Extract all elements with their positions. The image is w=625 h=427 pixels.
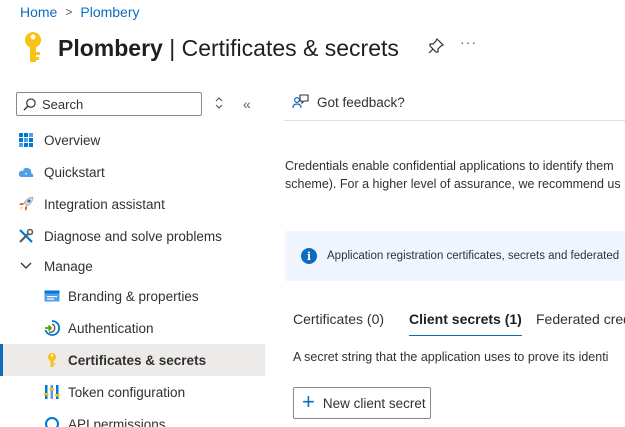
- sidebar-item-label: Certificates & secrets: [68, 352, 207, 368]
- resource-name: Plombery: [58, 34, 163, 61]
- info-text: Application registration certificates, s…: [327, 250, 620, 262]
- sidebar-item-integration-assistant[interactable]: Integration assistant: [0, 188, 265, 220]
- description-line: Credentials enable confidential applicat…: [285, 159, 614, 173]
- key-icon: [25, 32, 41, 62]
- sidebar-item-label: Token configuration: [68, 384, 186, 400]
- info-icon: i: [301, 248, 317, 264]
- chevron-down-icon: [20, 262, 32, 269]
- quickstart-cloud-icon: [18, 167, 34, 177]
- sidebar-item-token-configuration[interactable]: Token configuration: [0, 376, 265, 408]
- search-box[interactable]: [16, 92, 202, 116]
- sidebar-item-label: Diagnose and solve problems: [44, 228, 222, 244]
- more-options-icon[interactable]: ···: [460, 34, 477, 50]
- blade-title: Certificates & secrets: [181, 34, 399, 61]
- sidebar-item-label: Integration assistant: [44, 196, 165, 212]
- sidebar-item-label: Authentication: [68, 320, 154, 336]
- sidebar-item-overview[interactable]: Overview: [0, 124, 265, 156]
- key-icon: [48, 353, 56, 367]
- sidebar-nav: Overview Quickstart Integration assistan…: [0, 124, 265, 427]
- wrench-icon: [19, 228, 34, 243]
- breadcrumb-separator: >: [65, 5, 73, 19]
- sidebar-item-label: Quickstart: [44, 164, 105, 180]
- credentials-description: Credentials enable confidential applicat…: [285, 157, 625, 193]
- sidebar-item-label: Manage: [44, 258, 93, 274]
- sidebar-item-branding[interactable]: Branding & properties: [0, 280, 265, 312]
- rocket-icon: [19, 196, 34, 211]
- info-banner: i Application registration certificates,…: [285, 231, 625, 281]
- page-title: Plombery | Certificates & secrets: [58, 35, 399, 62]
- collapse-sidebar-icon[interactable]: «: [243, 96, 251, 112]
- title-separator: |: [162, 34, 182, 61]
- token-icon: [44, 385, 60, 399]
- sidebar-item-label: Overview: [44, 132, 101, 148]
- expand-collapse-icon[interactable]: [213, 96, 225, 110]
- authentication-icon: [44, 320, 60, 336]
- sidebar-item-label: API permissions: [68, 416, 166, 427]
- add-icon: +: [302, 389, 315, 414]
- overview-grid-icon: [19, 133, 33, 147]
- api-permissions-icon: [45, 417, 59, 427]
- feedback-button[interactable]: Got feedback?: [292, 94, 405, 111]
- new-client-secret-label: New client secret: [322, 395, 426, 411]
- sidebar-item-api-permissions[interactable]: API permissions: [0, 408, 265, 427]
- sidebar-item-diagnose[interactable]: Diagnose and solve problems: [0, 220, 265, 252]
- sidebar-item-quickstart[interactable]: Quickstart: [0, 156, 265, 188]
- breadcrumb-home-link[interactable]: Home: [20, 4, 57, 20]
- tab-certificates[interactable]: Certificates (0): [293, 311, 384, 327]
- sidebar-item-authentication[interactable]: Authentication: [0, 312, 265, 344]
- search-icon: [23, 97, 36, 111]
- branding-icon: [44, 290, 60, 302]
- tab-client-secrets[interactable]: Client secrets (1): [409, 311, 522, 336]
- client-secret-description: A secret string that the application use…: [293, 350, 609, 364]
- search-input[interactable]: [42, 96, 192, 112]
- sidebar-item-certificates-secrets[interactable]: Certificates & secrets: [0, 344, 265, 376]
- page-header: Plombery | Certificates & secrets: [20, 30, 399, 66]
- command-bar-divider: [284, 120, 625, 121]
- sidebar-group-manage[interactable]: Manage: [0, 252, 265, 280]
- sidebar-item-label: Branding & properties: [68, 288, 199, 304]
- tab-federated-credentials[interactable]: Federated cred: [536, 311, 625, 327]
- description-line: scheme). For a higher level of assurance…: [285, 177, 621, 191]
- feedback-label: Got feedback?: [317, 95, 405, 110]
- new-client-secret-button[interactable]: + New client secret: [293, 387, 431, 419]
- feedback-icon: [292, 94, 309, 109]
- credential-tabs: Certificates (0) Client secrets (1) Fede…: [285, 304, 625, 336]
- breadcrumb-plombery-link[interactable]: Plombery: [80, 4, 139, 20]
- breadcrumb: Home > Plombery: [20, 4, 140, 20]
- pin-icon[interactable]: [428, 38, 444, 54]
